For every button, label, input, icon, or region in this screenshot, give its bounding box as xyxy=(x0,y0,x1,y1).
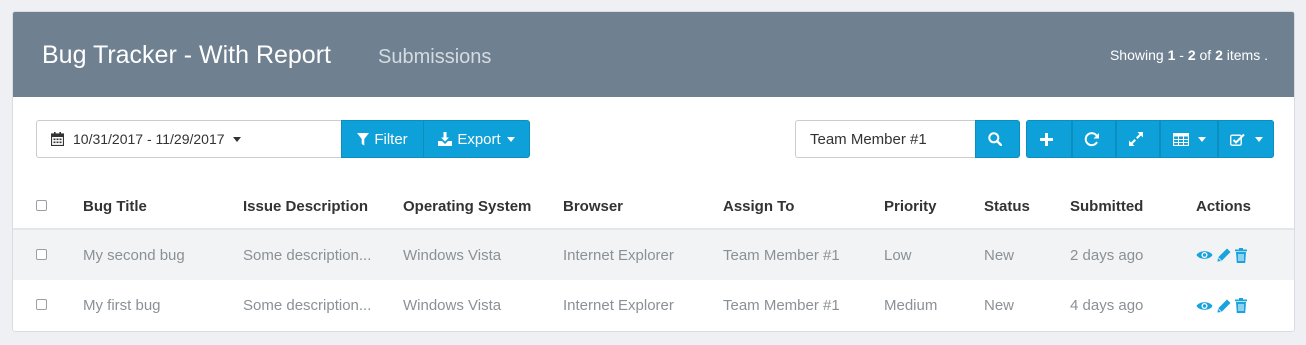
summary-suffix: items . xyxy=(1222,47,1268,63)
page-title: Bug Tracker - With Report xyxy=(42,41,331,69)
page-subtitle: Submissions xyxy=(378,46,492,68)
search-icon xyxy=(988,132,1007,146)
column-header[interactable]: Browser xyxy=(563,184,723,230)
column-header[interactable]: Bug Title xyxy=(83,184,243,230)
submitted-cell: 4 days ago xyxy=(1070,297,1144,314)
edit-icon[interactable] xyxy=(1217,299,1231,313)
issue-description-cell: Some description... xyxy=(243,229,403,280)
download-icon xyxy=(438,132,457,146)
add-button[interactable] xyxy=(1026,120,1072,158)
priority-cell: Medium xyxy=(884,297,938,314)
search-button[interactable] xyxy=(975,120,1020,158)
select-all-checkbox[interactable] xyxy=(36,199,47,211)
priority-cell: Low xyxy=(884,229,984,280)
table-tools-group xyxy=(1026,120,1274,158)
export-button[interactable]: Export xyxy=(423,120,530,158)
columns-toggle-button[interactable] xyxy=(1160,120,1218,158)
status-cell: New xyxy=(984,297,1015,314)
search-input[interactable] xyxy=(795,120,976,158)
bug-tracker-panel: Bug Tracker - With Report Submissions Sh… xyxy=(12,11,1295,332)
operating-system-cell: Windows Vista xyxy=(403,229,563,280)
row-select-cell xyxy=(13,280,83,331)
checkbox-check-icon xyxy=(1229,133,1250,146)
row-checkbox[interactable] xyxy=(36,248,47,260)
delete-icon[interactable] xyxy=(1235,247,1247,263)
status-cell: New xyxy=(984,229,1070,280)
row-actions xyxy=(1196,298,1294,313)
date-range-value: 10/31/2017 - 11/29/2017 xyxy=(73,131,225,147)
plus-icon xyxy=(1040,132,1058,146)
edit-icon[interactable] xyxy=(1217,248,1231,262)
summary-range-end: 2 xyxy=(1187,47,1196,63)
summary-range-sep: - xyxy=(1175,47,1188,63)
row-actions xyxy=(1196,247,1294,263)
delete-icon[interactable] xyxy=(1235,298,1247,313)
refresh-button[interactable] xyxy=(1072,120,1116,158)
date-range-picker[interactable]: 10/31/2017 - 11/29/2017 xyxy=(36,120,342,158)
browser-cell: Internet Explorer xyxy=(563,229,723,280)
chevron-down-icon xyxy=(506,136,515,142)
table-row[interactable]: My second bug Some description... Window… xyxy=(13,229,1294,280)
expand-icon xyxy=(1128,132,1148,146)
chevron-down-icon xyxy=(232,136,241,142)
table-header-row: Bug Title Issue Description Operating Sy… xyxy=(13,184,1294,230)
browser-cell: Internet Explorer xyxy=(563,297,674,314)
filter-label: Filter xyxy=(374,130,408,148)
column-header[interactable]: Assign To xyxy=(723,184,884,230)
table-icon xyxy=(1172,132,1194,146)
export-label: Export xyxy=(457,130,501,148)
table-row[interactable]: My first bug Some description... Windows… xyxy=(13,280,1294,331)
operating-system-cell: Windows Vista xyxy=(403,297,502,314)
issue-description-cell: Some description... xyxy=(243,297,372,314)
column-header: Actions xyxy=(1196,184,1294,230)
row-select-cell xyxy=(13,229,83,280)
column-header[interactable]: Submitted xyxy=(1070,184,1196,230)
chevron-down-icon xyxy=(1254,136,1263,142)
bulk-select-button[interactable] xyxy=(1218,120,1274,158)
pagination-summary: Showing 1 - 2 of 2 items . xyxy=(1110,47,1268,63)
assign-to-cell: Team Member #1 xyxy=(723,297,840,314)
assign-to-cell: Team Member #1 xyxy=(723,229,884,280)
chevron-down-icon xyxy=(1197,136,1206,142)
panel-header: Bug Tracker - With Report Submissions Sh… xyxy=(13,12,1294,97)
submitted-cell: 2 days ago xyxy=(1070,229,1196,280)
row-checkbox[interactable] xyxy=(36,299,47,310)
column-header[interactable]: Priority xyxy=(884,184,984,230)
summary-total: 2 xyxy=(1215,47,1223,63)
bug-title-cell: My second bug xyxy=(83,229,243,280)
column-header[interactable]: Operating System xyxy=(403,184,563,230)
filter-button[interactable]: Filter xyxy=(341,120,424,158)
filter-icon xyxy=(357,132,374,146)
calendar-icon xyxy=(51,132,64,146)
refresh-icon xyxy=(1084,131,1105,147)
bug-title-cell: My first bug xyxy=(83,297,161,314)
actions-cell xyxy=(1196,229,1294,280)
bug-table: Bug Title Issue Description Operating Sy… xyxy=(13,184,1294,331)
column-header[interactable]: Issue Description xyxy=(243,184,403,230)
summary-prefix: Showing xyxy=(1109,47,1168,63)
view-icon[interactable] xyxy=(1196,249,1213,261)
fullscreen-button[interactable] xyxy=(1116,120,1160,158)
column-header[interactable]: Status xyxy=(984,184,1070,230)
summary-of: of xyxy=(1195,47,1216,63)
view-icon[interactable] xyxy=(1196,300,1213,312)
actions-cell xyxy=(1196,280,1294,331)
select-all-cell xyxy=(13,184,83,230)
